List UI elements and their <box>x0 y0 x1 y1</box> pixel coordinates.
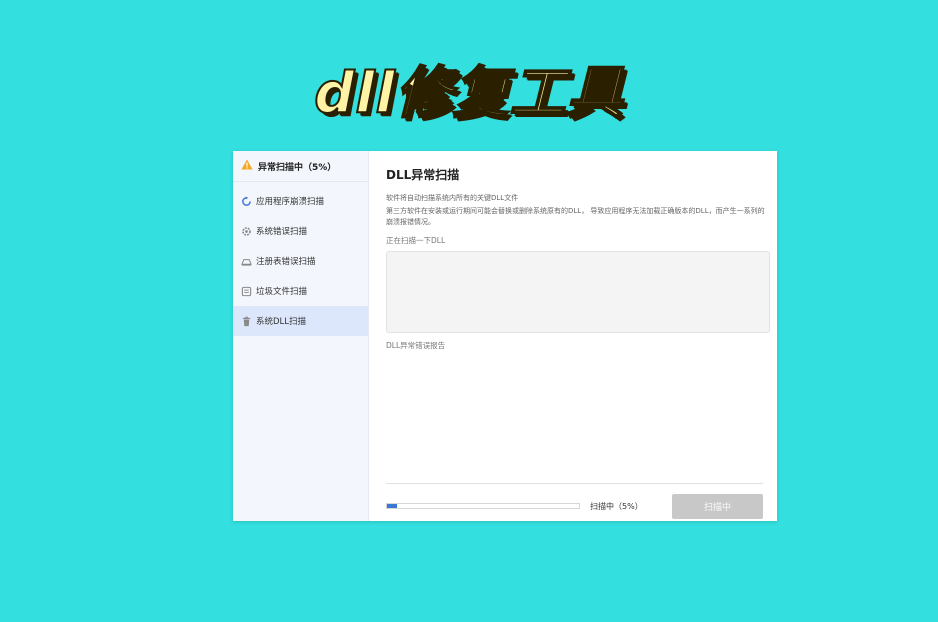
scan-button[interactable]: 扫描中 <box>672 494 763 519</box>
gear-icon <box>240 225 252 237</box>
sidebar-item-label: 垃圾文件扫描 <box>256 287 308 297</box>
scan-output-box[interactable] <box>386 251 770 333</box>
page-title: DLL异常扫描 <box>386 168 460 182</box>
banner-title: dll修复工具 <box>313 60 624 127</box>
scan-status-text: 异常扫描中（5%） <box>258 162 337 173</box>
sidebar-item-system-dll[interactable]: 系统DLL扫描 <box>233 306 368 336</box>
sidebar-item-label: 应用程序崩溃扫描 <box>256 197 325 207</box>
file-icon <box>240 285 252 297</box>
trash-icon <box>240 315 252 327</box>
description-line-2: 第三方软件在安装或运行期间可能会替换或删除系统原有的DLL， 导致应用程序无法加… <box>386 207 765 226</box>
sidebar-item-label: 注册表错误扫描 <box>256 257 316 267</box>
sidebar-item-app-crash[interactable]: 应用程序崩溃扫描 <box>233 186 368 216</box>
sidebar-item-label: 系统错误扫描 <box>256 227 308 237</box>
registry-icon <box>240 255 252 267</box>
description-line-1: 软件将自动扫描系统内所有的关键DLL文件 <box>386 194 519 202</box>
progress-bar <box>386 503 580 509</box>
warning-icon <box>241 159 253 173</box>
main-panel: DLL异常扫描 软件将自动扫描系统内所有的关键DLL文件 第三方软件在安装或运行… <box>369 151 785 521</box>
description: 软件将自动扫描系统内所有的关键DLL文件 第三方软件在安装或运行期间可能会替换或… <box>386 193 770 228</box>
sidebar-item-system-error[interactable]: 系统错误扫描 <box>233 216 368 246</box>
progress-fill <box>387 504 397 508</box>
progress-text: 扫描中（5%） <box>590 502 643 511</box>
scan-status: 异常扫描中（5%） <box>233 151 368 182</box>
sidebar-item-junk-files[interactable]: 垃圾文件扫描 <box>233 276 368 306</box>
sidebar-item-registry[interactable]: 注册表错误扫描 <box>233 246 368 276</box>
bottom-bar: 扫描中（5%） 扫描中 <box>386 483 763 522</box>
refresh-icon <box>240 195 252 207</box>
sidebar: 异常扫描中（5%） 应用程序崩溃扫描 系统错误扫描 注册表错误扫描 垃圾文件扫描… <box>233 151 369 521</box>
scanning-label: 正在扫描一下DLL <box>386 236 446 245</box>
app-window: 异常扫描中（5%） 应用程序崩溃扫描 系统错误扫描 注册表错误扫描 垃圾文件扫描… <box>233 151 777 521</box>
report-label: DLL异常错误报告 <box>386 341 446 350</box>
sidebar-item-label: 系统DLL扫描 <box>256 317 307 327</box>
